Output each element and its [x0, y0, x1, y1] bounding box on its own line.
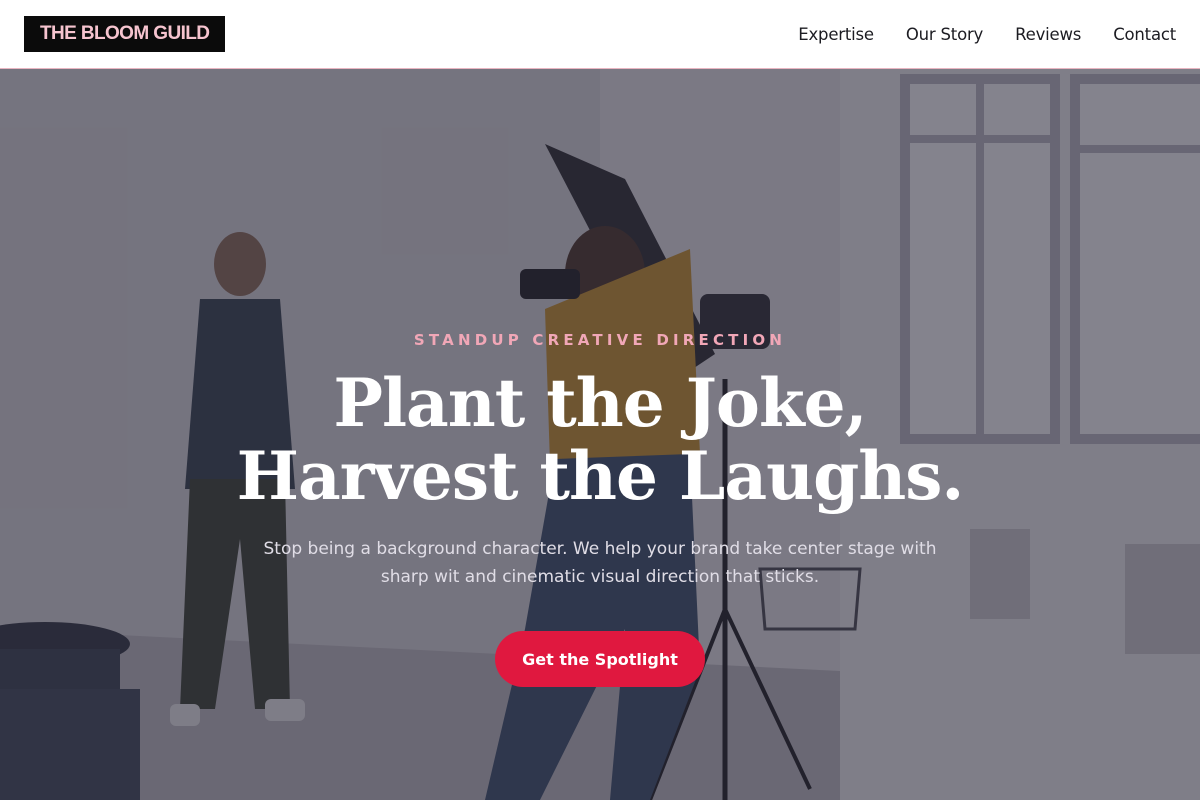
hero-headline: Plant the Joke, Harvest the Laughs. — [0, 367, 1200, 513]
nav-link-our-story[interactable]: Our Story — [906, 25, 983, 44]
site-header: THE BLOOM GUILD Expertise Our Story Revi… — [0, 0, 1200, 69]
nav-link-expertise[interactable]: Expertise — [798, 25, 874, 44]
get-the-spotlight-button[interactable]: Get the Spotlight — [495, 631, 705, 687]
hero-headline-line-1: Plant the Joke, — [333, 364, 867, 442]
hero-content: STANDUP CREATIVE DIRECTION Plant the Jok… — [0, 69, 1200, 800]
nav-link-reviews[interactable]: Reviews — [1015, 25, 1081, 44]
nav-link-contact[interactable]: Contact — [1113, 25, 1176, 44]
hero-headline-line-2: Harvest the Laughs. — [236, 437, 965, 515]
brand-logo[interactable]: THE BLOOM GUILD — [24, 16, 226, 52]
hero-section: STANDUP CREATIVE DIRECTION Plant the Jok… — [0, 69, 1200, 800]
main-nav: Expertise Our Story Reviews Contact — [798, 25, 1176, 44]
hero-subhead: Stop being a background character. We he… — [263, 539, 937, 587]
hero-eyebrow: STANDUP CREATIVE DIRECTION — [413, 331, 787, 349]
brand-name: THE BLOOM GUILD — [40, 23, 210, 44]
